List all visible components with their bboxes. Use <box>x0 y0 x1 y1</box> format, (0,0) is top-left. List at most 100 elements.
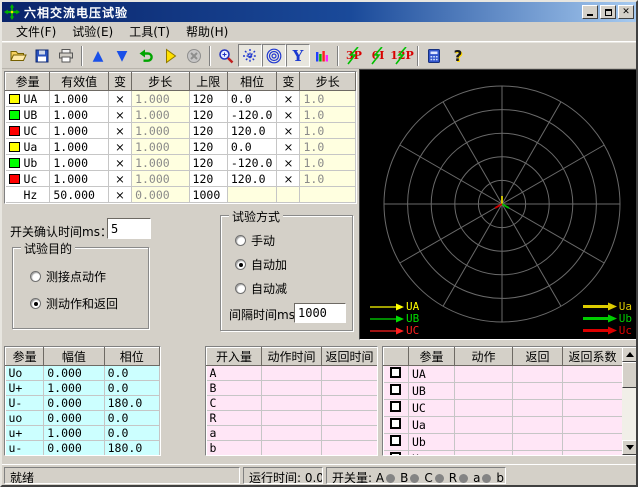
title-bar[interactable]: 六相交流电压试验 ✕ <box>2 2 636 22</box>
checkbox[interactable] <box>390 435 401 446</box>
app-window: 六相交流电压试验 ✕ 文件(F) 试验(E) 工具(T) 帮助(H) <box>0 0 638 487</box>
printer-icon <box>58 48 74 64</box>
switch-dot-icon <box>386 474 395 483</box>
table-row-ub2[interactable]: Ub 1.000 × 1.000 120 -120.0 × 1.0 <box>6 155 356 171</box>
list-item: UA <box>384 366 623 383</box>
checkbox[interactable] <box>390 418 401 429</box>
checkbox[interactable] <box>390 452 401 455</box>
scroll-thumb[interactable] <box>622 362 638 388</box>
menu-bar: 文件(F) 试验(E) 工具(T) 帮助(H) <box>2 22 636 42</box>
menu-test[interactable]: 试验(E) <box>64 21 121 42</box>
toolbar: ▲ ▼ <box>2 42 636 69</box>
y-connection-button[interactable]: Y <box>286 44 310 67</box>
minimize-button[interactable] <box>582 5 598 19</box>
checkbox[interactable] <box>390 401 401 412</box>
help-button[interactable]: ? <box>446 44 470 67</box>
radio-action-return[interactable]: 测动作和返回 <box>30 295 118 312</box>
window-title: 六相交流电压试验 <box>24 4 580 21</box>
mode-6i-button[interactable]: 6I <box>366 44 390 67</box>
lower-button[interactable]: ▼ <box>110 44 134 67</box>
radio-manual[interactable]: 手动 <box>235 232 275 249</box>
radio-icon[interactable] <box>235 259 246 270</box>
result-table-panel: 参量 动作 返回 返回系数 UA UB UC Ua Ub Uc <box>382 346 638 456</box>
calculator-button[interactable] <box>422 44 446 67</box>
legend-item: UA <box>370 301 419 312</box>
legend-right: Ua Ub Uc <box>583 301 632 337</box>
table-row-hz[interactable]: Hz 50.000 × 0.000 1000 <box>6 187 356 203</box>
menu-help[interactable]: 帮助(H) <box>178 21 236 42</box>
radio-icon[interactable] <box>30 298 41 309</box>
radio-icon[interactable] <box>30 271 41 282</box>
switch-confirm-input[interactable] <box>107 218 151 239</box>
print-button[interactable] <box>54 44 78 67</box>
color-swatch <box>9 158 20 168</box>
list-item: c <box>207 456 378 457</box>
table-row-ua[interactable]: UA 1.000 × 1.000 120 0.0 × 1.0 <box>6 91 356 107</box>
raise-button[interactable]: ▲ <box>86 44 110 67</box>
switch-dot-icon <box>435 474 444 483</box>
radio-icon[interactable] <box>235 283 246 294</box>
checkbox[interactable] <box>390 367 401 378</box>
interval-label: 间隔时间ms <box>229 306 295 323</box>
lightning-icon <box>394 47 410 65</box>
list-item: u+1.0000.0 <box>6 426 160 441</box>
list-item: b <box>207 441 378 456</box>
lightning-icon <box>370 47 386 65</box>
list-item: a <box>207 426 378 441</box>
list-item: Uc <box>384 451 623 456</box>
status-bar: 就绪 运行时间: 0.00s 开关量: ABCRabc <box>2 464 636 485</box>
checkbox[interactable] <box>390 384 401 395</box>
lightning-icon <box>346 47 362 65</box>
legend-item: UB <box>370 313 419 324</box>
status-switches: 开关量: ABCRabc <box>326 467 506 484</box>
zoom-button[interactable] <box>214 44 238 67</box>
open-button[interactable] <box>6 44 30 67</box>
table-row-uc[interactable]: UC 1.000 × 1.000 120 120.0 × 1.0 <box>6 123 356 139</box>
arrow-icon <box>583 302 617 311</box>
menu-file[interactable]: 文件(F) <box>8 21 64 42</box>
sequence-table-panel: 参量 幅值 相位 Uo0.0000.0 U+1.0000.0 U-0.00018… <box>4 346 161 456</box>
mode-3p-button[interactable]: 3P <box>342 44 366 67</box>
save-button[interactable] <box>30 44 54 67</box>
close-button[interactable]: ✕ <box>618 5 634 19</box>
vertical-scrollbar[interactable] <box>622 347 638 455</box>
color-swatch <box>9 94 20 104</box>
table-row-ua2[interactable]: Ua 1.000 × 1.000 120 0.0 × 1.0 <box>6 139 356 155</box>
menu-tools[interactable]: 工具(T) <box>121 21 178 42</box>
radio-auto-decrease[interactable]: 自动减 <box>235 280 287 297</box>
open-folder-icon <box>10 48 27 64</box>
table-row-ub[interactable]: UB 1.000 × 1.000 120 -120.0 × 1.0 <box>6 107 356 123</box>
parameter-table: 参量 有效值 变 步长 上限 相位 变 步长 UA 1.000 × 1.000 … <box>5 72 356 203</box>
polar-view-button[interactable] <box>262 44 286 67</box>
vector-view-button[interactable] <box>238 44 262 67</box>
radio-auto-increase[interactable]: 自动加 <box>235 256 287 273</box>
arrow-icon <box>583 314 617 323</box>
mode-12p-button[interactable]: 12P <box>390 44 414 67</box>
list-item <box>6 456 160 457</box>
down-arrow-icon <box>626 445 634 454</box>
legend-item: Uc <box>583 325 632 336</box>
scroll-up-button[interactable] <box>622 347 638 362</box>
purpose-group-title: 试验目的 <box>21 240 75 257</box>
list-item: B <box>207 381 378 396</box>
client-area: 参量 有效值 变 步长 上限 相位 变 步长 UA 1.000 × 1.000 … <box>2 69 636 464</box>
list-item: Ub <box>384 434 623 451</box>
radio-contact-action[interactable]: 测接点动作 <box>30 268 106 285</box>
list-item: UB <box>384 383 623 400</box>
reset-button[interactable] <box>134 44 158 67</box>
toolbar-separator <box>81 46 83 66</box>
radio-icon[interactable] <box>235 235 246 246</box>
restore-button[interactable] <box>600 5 616 19</box>
magnifier-icon <box>218 48 234 64</box>
result-table: 参量 动作 返回 返回系数 UA UB UC Ua Ub Uc <box>383 347 622 455</box>
table-row-uc2[interactable]: Uc 1.000 × 1.000 120 120.0 × 1.0 <box>6 171 356 187</box>
harmonics-button[interactable] <box>310 44 334 67</box>
switch-indicator-b2: b <box>496 471 504 484</box>
mode-groupbox: 试验方式 手动 自动加 自动减 间隔时间ms <box>220 215 353 331</box>
list-item: Ua <box>384 417 623 434</box>
arrow-icon <box>583 326 617 335</box>
scroll-down-button[interactable] <box>622 440 638 455</box>
start-button[interactable] <box>158 44 182 67</box>
interval-input[interactable] <box>294 303 346 323</box>
switch-dot-icon <box>410 474 419 483</box>
